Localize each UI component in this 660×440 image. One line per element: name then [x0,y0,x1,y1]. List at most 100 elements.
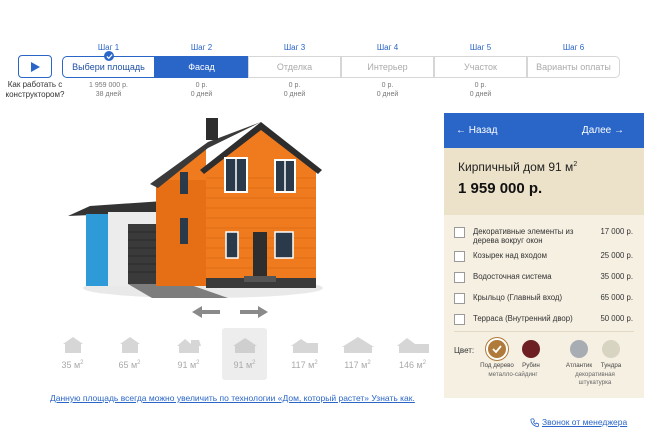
step-days: 0 дней [283,91,306,98]
thumb-area: 117 м2 [291,360,318,370]
steps-bar: Шаг 1 Выбери площадь 1 959 000 р. 38 дне… [62,43,622,105]
house-illustration [68,118,323,298]
thumb-area: 117 м2 [344,360,371,370]
step-button[interactable]: Участок [434,56,527,78]
step-price: 0 р. [474,82,487,89]
option-price: 35 000 р. [600,272,633,281]
callback-text: Звонок от менеджера [542,417,628,427]
house-icon [62,337,83,353]
house-icon [341,337,374,353]
house-thumb[interactable]: 91 м2 [166,328,211,380]
option-price: 25 000 р. [600,251,633,260]
step-button[interactable]: Интерьер [341,56,434,78]
color-swatch-ruby[interactable] [522,340,540,358]
color-swatch-wood[interactable] [488,340,506,358]
color-name: Атлантик [565,362,593,369]
step-price: 0 р. [288,82,301,89]
option-label: Крыльцо (Главный вход) [473,293,563,302]
color-name: Рубин [522,362,540,369]
check-icon [492,345,502,354]
house-name: Кирпичный дом 91 м2 [458,160,578,174]
play-icon [31,61,40,72]
color-swatch-atlantic[interactable] [570,340,588,358]
panel-nav: ← Назад Далее → [444,113,644,148]
step-number: Шаг 4 [376,43,399,52]
house-price: 1 959 000 р. [458,180,543,197]
option-price: 65 000 р. [600,293,633,302]
option-checkbox[interactable] [454,251,465,262]
house-summary: Кирпичный дом 91 м2 1 959 000 р. [444,148,644,215]
color-name: Тундра [600,362,622,369]
house-icon [396,338,429,353]
step-number: Шаг 2 [190,43,213,52]
step-price: 0 р. [195,82,208,89]
option-label: Терраса (Внутренний двор) [473,314,573,323]
option-checkbox[interactable] [454,293,465,304]
step-days: 0 дней [469,91,492,98]
callback-link[interactable]: Звонок от менеджера [530,417,627,427]
option-label: Водосточная система [473,272,552,281]
step-button[interactable]: Отделка [248,56,341,78]
thumb-area: 91 м2 [233,360,256,370]
step-number: Шаг 6 [562,43,585,52]
house-thumb[interactable]: 146 м2 [390,328,435,380]
house-thumb[interactable]: 117 м2 [282,328,327,380]
rotate-right-icon[interactable] [240,306,268,318]
thumb-area: 65 м2 [118,360,141,370]
thumb-area: 35 м2 [61,360,84,370]
check-icon [104,51,114,61]
grow-house-link[interactable]: Данную площадь всегда можно увеличить по… [50,393,442,403]
step-days: 0 дней [376,91,399,98]
constructor-page: Как работать с конструктором? Шаг 1 Выбе… [0,0,660,440]
step-price: 1 959 000 р. [89,82,128,89]
option-price: 17 000 р. [600,227,633,236]
option-row[interactable]: Декоративные элементы из дерева вокруг о… [454,223,633,247]
step-number: Шаг 3 [283,43,306,52]
step-5[interactable]: Шаг 5 Участок 0 р. 0 дней [434,43,527,99]
step-days: 0 дней [190,91,213,98]
color-label: Цвет: [454,346,475,355]
phone-icon [530,417,539,427]
step-button[interactable]: Варианты оплаты [527,56,620,78]
house-icon [176,339,201,353]
step-2[interactable]: Шаг 2 Фасад 0 р. 0 дней [155,43,248,99]
house-thumb[interactable]: 65 м2 [107,328,152,380]
house-thumbnails: 35 м2 65 м2 91 м2 91 м2 117 м2 117 м2 14… [50,328,435,380]
step-days: 38 дней [95,91,122,98]
step-price: 0 р. [381,82,394,89]
house-icon [232,338,257,353]
option-checkbox[interactable] [454,272,465,283]
step-1[interactable]: Шаг 1 Выбери площадь 1 959 000 р. 38 дне… [62,43,155,99]
step-6[interactable]: Шаг 6 Варианты оплаты [527,43,620,78]
step-3[interactable]: Шаг 3 Отделка 0 р. 0 дней [248,43,341,99]
rotate-left-icon[interactable] [192,306,220,318]
house-thumb-selected[interactable]: 91 м2 [222,328,267,380]
color-group-label: металло-сайдинг [488,371,538,378]
step-4[interactable]: Шаг 4 Интерьер 0 р. 0 дней [341,43,434,99]
option-row[interactable]: Водосточная система 35 000 р. [454,268,633,289]
option-row[interactable]: Терраса (Внутренний двор) 50 000 р. [454,310,633,331]
step-button[interactable]: Фасад [155,56,248,78]
option-price: 50 000 р. [600,314,633,323]
configurator-panel: ← Назад Далее → Кирпичный дом 91 м2 1 95… [444,113,644,398]
house-icon [119,337,140,353]
back-button[interactable]: ← Назад [456,125,497,136]
color-name: Под дерево [480,362,514,369]
play-video-button[interactable] [18,55,52,78]
option-checkbox[interactable] [454,314,465,325]
color-picker: Цвет: Под дерево Рубин Атлантик Тундра м… [444,332,644,392]
color-swatch-tundra[interactable] [602,340,620,358]
house-thumb[interactable]: 117 м2 [335,328,380,380]
house-icon [290,339,318,353]
options-list: Декоративные элементы из дерева вокруг о… [444,215,644,331]
option-checkbox[interactable] [454,227,465,238]
option-row[interactable]: Козырек над входом 25 000 р. [454,247,633,268]
next-button[interactable]: Далее → [582,125,624,136]
option-label: Декоративные элементы из дерева вокруг о… [473,227,574,245]
option-row[interactable]: Крыльцо (Главный вход) 65 000 р. [454,289,633,310]
help-text[interactable]: Как работать с конструктором? [0,80,70,100]
thumb-area: 146 м2 [398,360,427,370]
option-label: Козырек над входом [473,251,547,260]
thumb-area: 91 м2 [177,360,200,370]
house-thumb[interactable]: 35 м2 [50,328,95,380]
